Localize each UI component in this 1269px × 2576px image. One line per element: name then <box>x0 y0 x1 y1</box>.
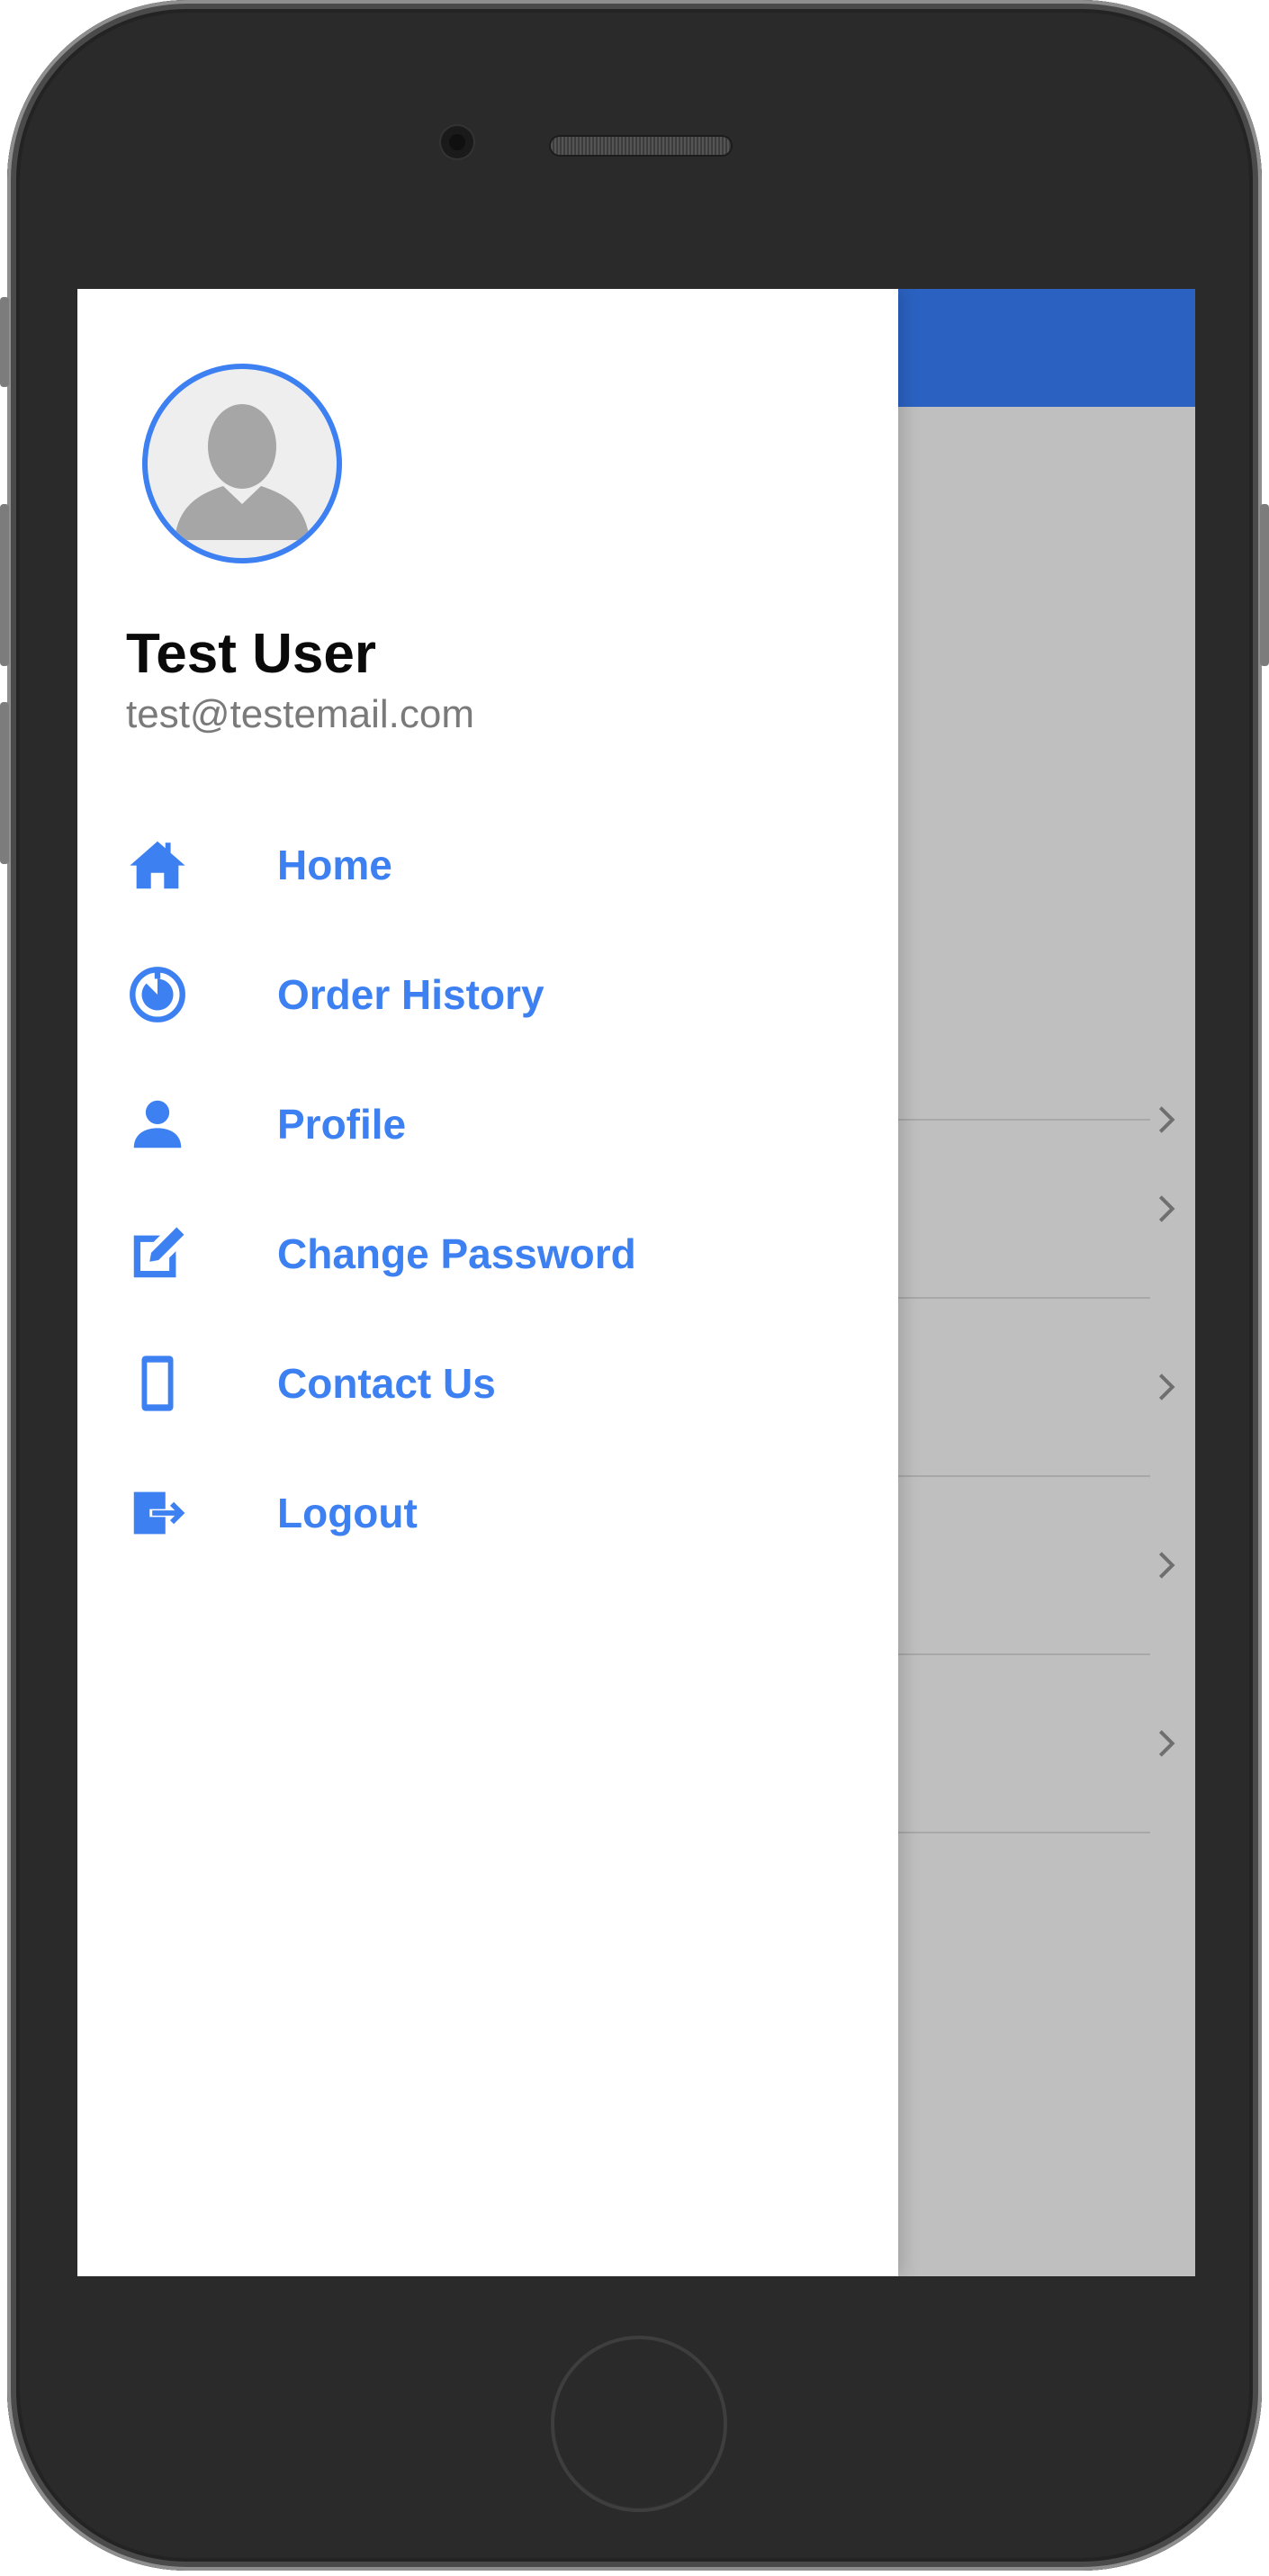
menu-item-logout[interactable]: Logout <box>77 1448 898 1578</box>
front-camera <box>441 126 473 158</box>
phone-frame: Test User test@testemail.com Home Order … <box>0 0 1269 2571</box>
power-button <box>1260 504 1269 666</box>
menu-item-label: Logout <box>277 1490 418 1536</box>
chevron-right-icon <box>1158 1374 1175 1401</box>
screen: Test User test@testemail.com Home Order … <box>77 289 1195 2276</box>
person-silhouette-icon <box>175 404 310 540</box>
chevron-right-icon <box>1158 1730 1175 1757</box>
volume-down-button <box>0 702 9 864</box>
menu-item-order-history[interactable]: Order History <box>77 930 898 1059</box>
person-icon <box>126 1093 189 1156</box>
mute-switch <box>0 297 9 387</box>
list-item[interactable] <box>898 1476 1195 1654</box>
drawer-menu: Home Order History Profile Change Passwo… <box>77 800 898 1578</box>
menu-item-label: Contact Us <box>277 1360 496 1407</box>
menu-item-label: Profile <box>277 1101 407 1148</box>
phone-icon <box>126 1352 189 1415</box>
home-button <box>551 2336 727 2512</box>
list-item[interactable] <box>898 1120 1195 1298</box>
menu-item-change-password[interactable]: Change Password <box>77 1189 898 1319</box>
menu-item-label: Home <box>277 842 392 888</box>
navigation-drawer: Test User test@testemail.com Home Order … <box>77 289 898 2276</box>
user-name: Test User <box>126 623 376 685</box>
user-email: test@testemail.com <box>126 692 474 736</box>
menu-item-contact-us[interactable]: Contact Us <box>77 1319 898 1448</box>
menu-item-profile[interactable]: Profile <box>77 1059 898 1189</box>
menu-item-home[interactable]: Home <box>77 800 898 930</box>
list-divider <box>898 1832 1150 1833</box>
earpiece-speaker <box>551 137 731 155</box>
home-icon <box>126 833 189 896</box>
timer-icon <box>126 963 189 1026</box>
list-item[interactable] <box>898 1654 1195 1833</box>
list-item[interactable] <box>898 1298 1195 1476</box>
menu-item-label: Change Password <box>277 1230 636 1277</box>
avatar[interactable] <box>142 364 342 563</box>
chevron-right-icon <box>1158 1195 1175 1222</box>
chevron-right-icon <box>1158 1552 1175 1579</box>
logout-icon <box>126 1482 189 1545</box>
volume-up-button <box>0 504 9 666</box>
edit-icon <box>126 1222 189 1285</box>
menu-item-label: Order History <box>277 971 544 1018</box>
